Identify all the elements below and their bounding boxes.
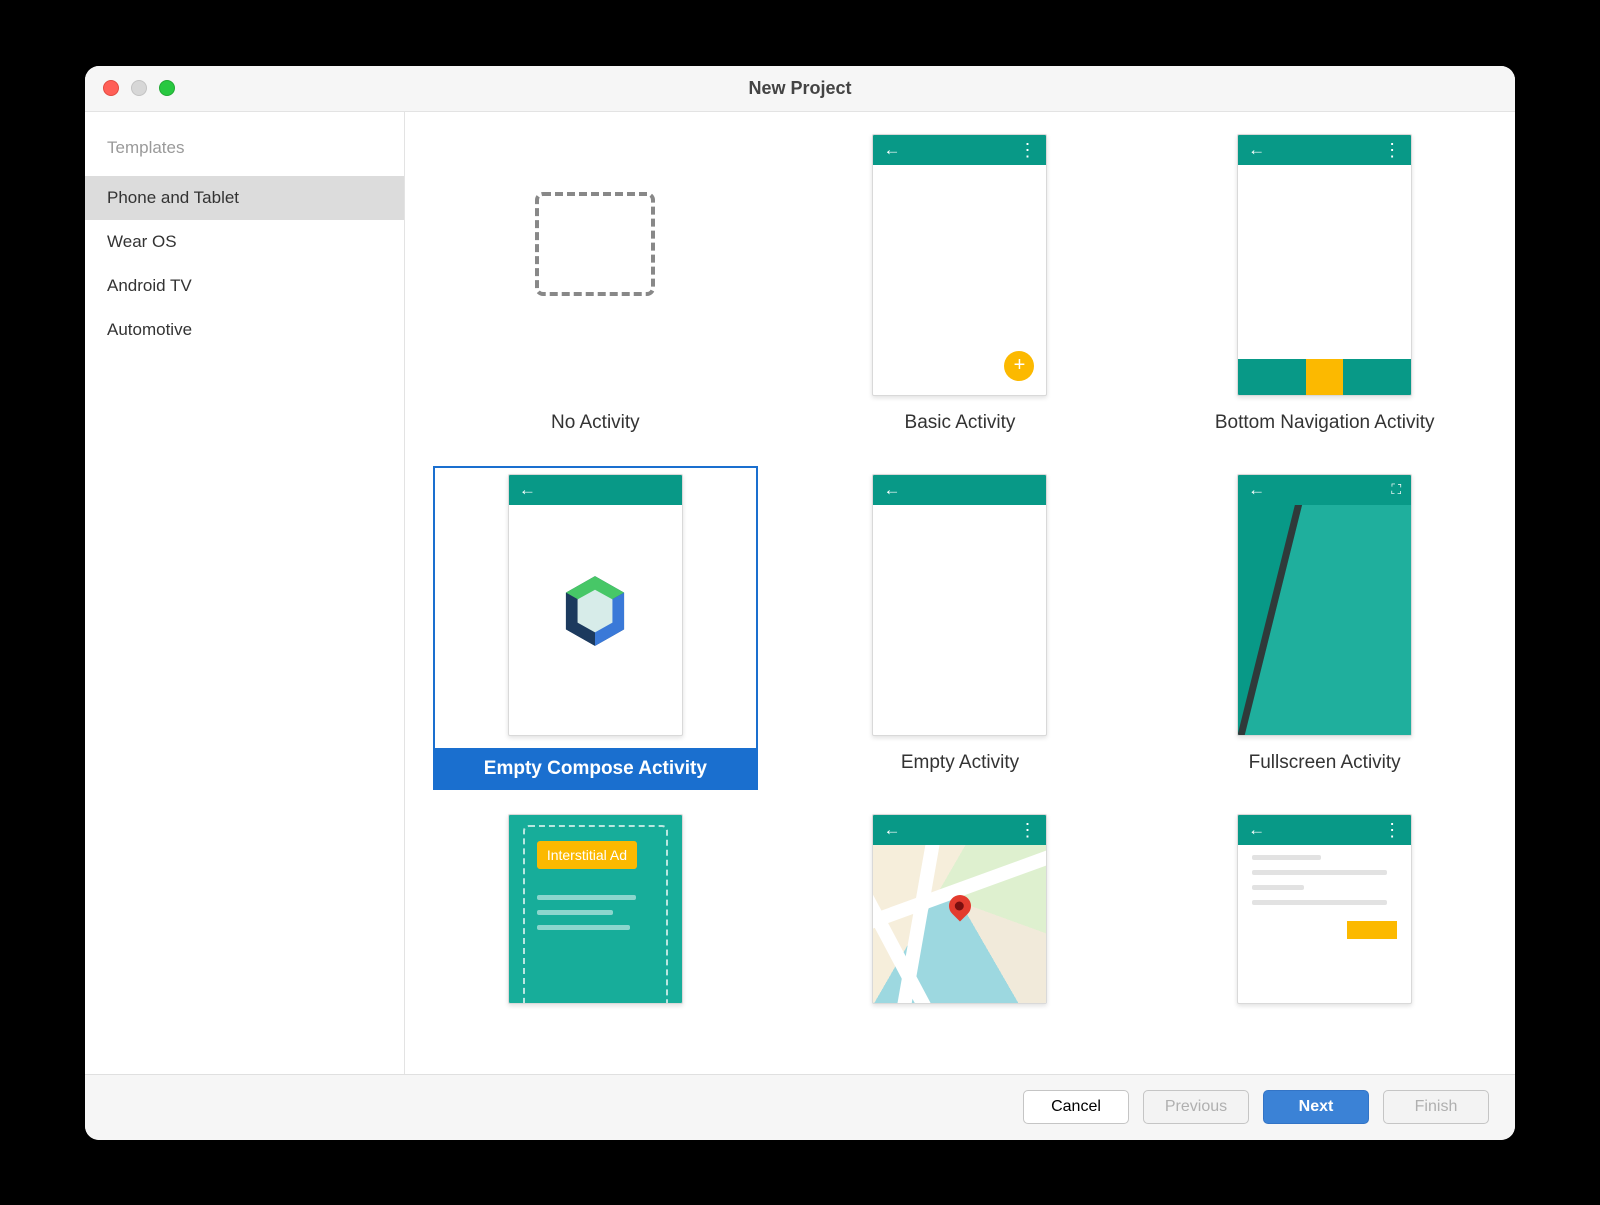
back-arrow-icon: ← [883, 140, 900, 160]
sidebar: Templates Phone and Tablet Wear OS Andro… [85, 112, 405, 1074]
fab-add-icon: + [1004, 351, 1034, 381]
ad-placeholder-icon: Interstitial Ad [523, 825, 668, 1004]
template-basic-activity[interactable]: ← ⋮ + Basic Activity [798, 126, 1123, 454]
back-arrow-icon: ← [883, 480, 900, 500]
close-icon[interactable] [103, 80, 119, 96]
form-preview-icon [1238, 845, 1411, 1003]
template-no-activity[interactable]: No Activity [433, 126, 758, 454]
device-frame-icon [1238, 505, 1411, 735]
back-arrow-icon: ← [1248, 480, 1265, 500]
overflow-menu-icon: ⋮ [1018, 821, 1036, 839]
previous-button[interactable]: Previous [1143, 1090, 1249, 1124]
window-controls [103, 80, 175, 96]
template-admob-activity[interactable]: Interstitial Ad [433, 806, 758, 1012]
template-label: Bottom Navigation Activity [1215, 412, 1435, 438]
template-empty-compose-activity[interactable]: ← [433, 466, 758, 794]
sidebar-item-label: Android TV [107, 276, 192, 295]
template-bottom-navigation-activity[interactable]: ← ⋮ Bottom Navigation Activity [1162, 126, 1487, 454]
overflow-menu-icon: ⋮ [1018, 141, 1036, 159]
zoom-icon[interactable] [159, 80, 175, 96]
sidebar-heading: Templates [85, 130, 404, 176]
template-maps-activity[interactable]: ← ⋮ [798, 806, 1123, 1012]
map-preview-icon [873, 845, 1046, 1003]
cancel-button[interactable]: Cancel [1023, 1090, 1129, 1124]
back-arrow-icon: ← [1248, 140, 1265, 160]
sidebar-item-label: Automotive [107, 320, 192, 339]
sidebar-item-label: Phone and Tablet [107, 188, 239, 207]
minimize-icon[interactable] [131, 80, 147, 96]
template-fullscreen-activity[interactable]: ← ⛶ Fullscreen Activity [1162, 466, 1487, 794]
sidebar-item-phone-and-tablet[interactable]: Phone and Tablet [85, 176, 404, 220]
finish-button[interactable]: Finish [1383, 1090, 1489, 1124]
bottom-nav-bar-icon [1238, 359, 1411, 395]
back-arrow-icon: ← [519, 480, 536, 500]
next-button[interactable]: Next [1263, 1090, 1369, 1124]
titlebar: New Project [85, 66, 1515, 112]
sidebar-item-android-tv[interactable]: Android TV [85, 264, 404, 308]
template-label: Empty Activity [901, 752, 1019, 778]
new-project-window: New Project Templates Phone and Tablet W… [85, 66, 1515, 1140]
template-label: Empty Compose Activity [433, 748, 758, 790]
wizard-footer: Cancel Previous Next Finish [85, 1074, 1515, 1140]
overflow-menu-icon: ⋮ [1383, 821, 1401, 839]
template-label: Basic Activity [905, 412, 1016, 438]
template-label: Fullscreen Activity [1249, 752, 1401, 778]
window-title: New Project [748, 78, 851, 99]
template-gallery: No Activity ← ⋮ + [405, 112, 1515, 1074]
sidebar-item-label: Wear OS [107, 232, 177, 251]
dashed-placeholder-icon [535, 192, 655, 296]
jetpack-compose-logo-icon [564, 575, 626, 647]
template-label: No Activity [551, 412, 640, 438]
ad-badge: Interstitial Ad [537, 841, 637, 869]
sidebar-item-automotive[interactable]: Automotive [85, 308, 404, 352]
template-empty-activity[interactable]: ← Empty Activity [798, 466, 1123, 794]
fullscreen-expand-icon: ⛶ [1391, 481, 1401, 498]
template-login-activity[interactable]: ← ⋮ [1162, 806, 1487, 1012]
back-arrow-icon: ← [1248, 820, 1265, 840]
sidebar-item-wear-os[interactable]: Wear OS [85, 220, 404, 264]
overflow-menu-icon: ⋮ [1383, 141, 1401, 159]
back-arrow-icon: ← [883, 820, 900, 840]
